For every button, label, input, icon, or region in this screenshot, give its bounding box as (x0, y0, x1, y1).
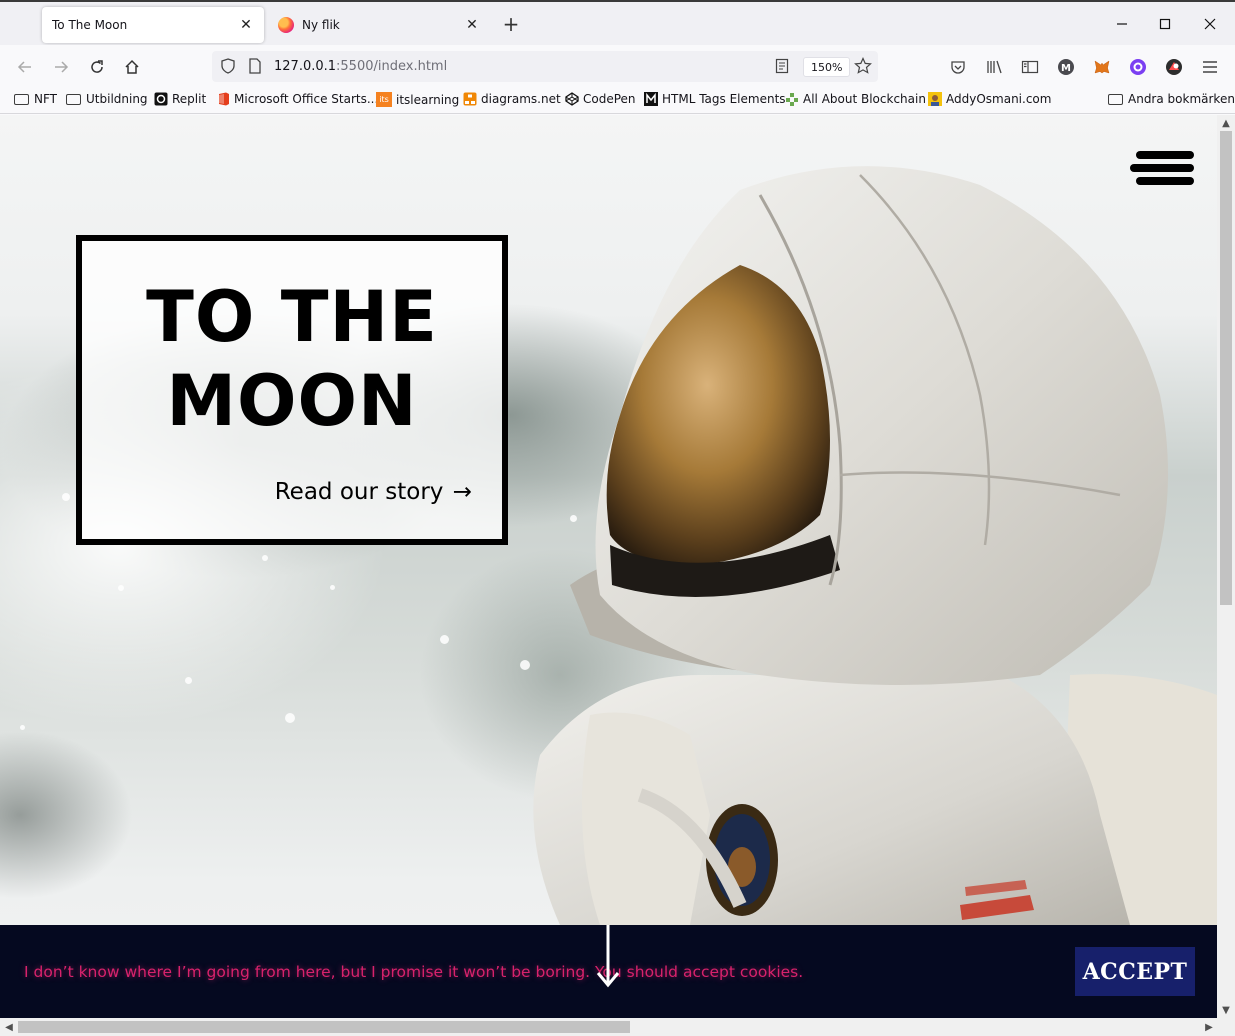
star-icon[interactable] (853, 56, 873, 76)
tab-title: Ny flik (302, 18, 340, 32)
hamburger-menu-icon[interactable] (1200, 57, 1220, 77)
hero-title-line1: TO THE (146, 276, 438, 358)
extension-red-icon[interactable] (1164, 57, 1184, 77)
bookmark-label: diagrams.net (481, 92, 561, 106)
tab-title: To The Moon (52, 18, 128, 32)
bookmark-label: All About Blockchain (803, 92, 926, 106)
bookmark-microsoft-office[interactable]: Microsoft Office Starts... (216, 92, 378, 106)
scroll-left-icon[interactable]: ◀ (0, 1019, 18, 1035)
bookmark-blockchain[interactable]: All About Blockchain (785, 92, 926, 106)
html-tags-icon (644, 92, 658, 106)
bookmark-codepen[interactable]: CodePen (565, 92, 636, 106)
scroll-down-arrow-icon[interactable] (596, 925, 620, 989)
bookmark-nft[interactable]: NFT (14, 92, 57, 106)
vertical-scrollbar[interactable]: ▲ ▼ (1217, 115, 1235, 1018)
bookmark-label: CodePen (583, 92, 636, 106)
other-bookmarks-label: Andra bokmärken (1128, 92, 1235, 106)
reader-view-icon[interactable] (772, 56, 792, 76)
zoom-level[interactable]: 150% (803, 57, 851, 77)
sidebar-icon[interactable] (1020, 57, 1040, 77)
reload-icon[interactable] (85, 55, 109, 79)
office-icon (216, 92, 230, 106)
replit-icon (154, 92, 168, 106)
new-tab-button[interactable]: + (500, 14, 522, 36)
itslearning-icon: its (376, 92, 392, 107)
arrow-right-icon: → (452, 479, 472, 505)
accept-cookies-button[interactable]: ACCEPT (1075, 947, 1195, 996)
pocket-icon[interactable] (948, 57, 968, 77)
bookmark-itslearning[interactable]: its itslearning (376, 92, 459, 107)
cookie-message: I don’t know where I’m going from here, … (24, 963, 804, 981)
close-icon[interactable]: ✕ (464, 17, 480, 33)
minimize-icon[interactable] (1112, 14, 1132, 34)
extension-circle-icon[interactable] (1128, 57, 1148, 77)
address-bar[interactable]: 127.0.0.1:5500/index.html 150% (212, 51, 878, 82)
forward-icon[interactable] (49, 55, 73, 79)
url-text: 127.0.0.1:5500/index.html (274, 59, 447, 74)
maximize-icon[interactable] (1155, 14, 1175, 34)
horizontal-scrollbar[interactable]: ◀ ▶ (0, 1018, 1235, 1036)
bookmark-label: Replit (172, 92, 207, 106)
menu-bar-bottom (1136, 177, 1194, 185)
read-our-story-label: Read our story (274, 479, 444, 505)
bookmark-diagrams[interactable]: diagrams.net (463, 92, 561, 106)
bookmark-utbildning[interactable]: Utbildning (66, 92, 148, 106)
folder-icon (14, 93, 29, 105)
addy-icon (928, 92, 942, 106)
scroll-down-icon[interactable]: ▼ (1217, 1002, 1235, 1018)
blockchain-icon (785, 92, 799, 106)
library-icon[interactable] (985, 57, 1005, 77)
cookie-banner: I don’t know where I’m going from here, … (0, 925, 1217, 1018)
horizontal-scroll-thumb[interactable] (18, 1021, 630, 1033)
window-close-icon[interactable] (1200, 14, 1220, 34)
tab-to-the-moon[interactable]: To The Moon ✕ (42, 7, 264, 43)
url-path: :5500/index.html (336, 59, 448, 74)
navigation-toolbar: 127.0.0.1:5500/index.html 150% M (0, 45, 1235, 88)
svg-text:M: M (1061, 63, 1071, 74)
page-icon (245, 56, 265, 76)
hero-title: TO THE MOON (82, 275, 502, 443)
bookmark-label: Microsoft Office Starts... (234, 92, 379, 106)
folder-icon (1108, 93, 1123, 105)
other-bookmarks[interactable]: Andra bokmärken (1108, 92, 1235, 106)
vertical-scroll-thumb[interactable] (1220, 131, 1232, 605)
read-our-story-link[interactable]: Read our story → (275, 479, 472, 505)
hero-title-line2: MOON (166, 360, 418, 442)
bookmark-label: HTML Tags Elements (662, 92, 786, 106)
menu-bar-top (1136, 151, 1194, 159)
close-icon[interactable]: ✕ (238, 17, 254, 33)
scroll-right-icon[interactable]: ▶ (1200, 1019, 1218, 1035)
url-host: 127.0.0.1 (274, 59, 337, 74)
bookmarks-toolbar: NFT Utbildning Replit Microsoft Office S… (0, 88, 1235, 114)
codepen-icon (565, 92, 579, 106)
bookmark-label: NFT (34, 92, 57, 106)
scroll-up-icon[interactable]: ▲ (1217, 115, 1235, 131)
bookmark-replit[interactable]: Replit (154, 92, 206, 106)
tab-new-tab[interactable]: Ny flik ✕ (268, 7, 490, 43)
firefox-icon (278, 17, 294, 33)
account-m-icon[interactable]: M (1056, 57, 1076, 77)
diagrams-icon (463, 92, 477, 106)
bookmark-label: itslearning (396, 92, 460, 107)
menu-bar-middle (1130, 164, 1194, 172)
bookmark-label: AddyOsmani.com (946, 92, 1052, 106)
tab-strip: To The Moon ✕ Ny flik ✕ + (0, 0, 1235, 45)
hero-card: TO THE MOON Read our story → (76, 235, 508, 545)
folder-icon (66, 93, 81, 105)
shield-icon[interactable] (218, 56, 238, 76)
back-icon[interactable] (13, 55, 37, 79)
metamask-icon[interactable] (1092, 57, 1112, 77)
bookmark-html-tags[interactable]: HTML Tags Elements (644, 92, 786, 106)
bookmark-addyosmani[interactable]: AddyOsmani.com (928, 92, 1051, 106)
home-icon[interactable] (120, 55, 144, 79)
bookmark-label: Utbildning (86, 92, 148, 106)
page-viewport: TO THE MOON Read our story → I don’t kno… (0, 115, 1217, 1018)
site-menu-button[interactable] (1130, 149, 1194, 189)
